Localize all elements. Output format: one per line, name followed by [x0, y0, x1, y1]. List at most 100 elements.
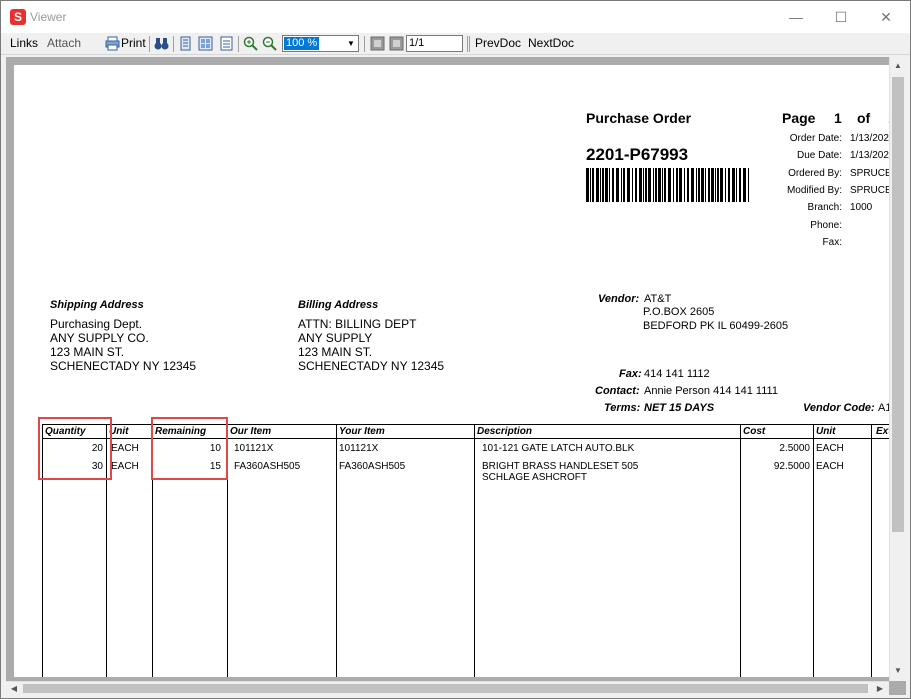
toolbar-separator [469, 36, 470, 52]
window-title: Viewer [30, 10, 67, 24]
header-field-value: 1/13/2022 [850, 133, 889, 144]
zoom-out-icon[interactable] [262, 36, 277, 51]
toolbar-separator [173, 36, 174, 52]
page-width-icon[interactable] [219, 36, 234, 51]
column-header-cost-unit: Unit [816, 426, 836, 437]
document-page: Purchase Order 2201-P67993 Page 1 of 1 O… [14, 65, 889, 677]
zoom-in-icon[interactable] [243, 36, 258, 51]
header-field-label: Fax: [822, 236, 842, 248]
header-field-label: Order Date: [789, 133, 842, 144]
page-number-input[interactable]: 1/1 [406, 35, 463, 52]
links-button[interactable]: Links [10, 36, 38, 50]
table-cell-description: 101-121 GATE LATCH AUTO.BLK [482, 443, 635, 454]
table-column-line [740, 424, 741, 677]
billing-line: ANY SUPPLY [298, 331, 373, 345]
vertical-scrollbar[interactable]: ▲ ▼ [889, 57, 906, 681]
horizontal-scroll-thumb[interactable] [23, 684, 868, 693]
shipping-heading: Shipping Address [50, 299, 144, 311]
zoom-value: 100 % [284, 37, 320, 50]
single-page-icon[interactable] [178, 36, 193, 51]
column-header-extended: Ext [876, 426, 889, 437]
table-cell-description: BRIGHT BRASS HANDLESET 505 [482, 461, 639, 472]
vendor-code: A1 [878, 402, 889, 414]
multi-page-icon[interactable] [198, 36, 213, 51]
page-label: Page [782, 110, 816, 126]
billing-line: SCHENECTADY NY 12345 [298, 359, 445, 373]
header-field-value: 1/13/2022 [850, 150, 889, 162]
document-viewer[interactable]: Purchase Order 2201-P67993 Page 1 of 1 O… [6, 57, 906, 695]
chevron-down-icon[interactable]: ▼ [344, 36, 358, 51]
scroll-right-icon[interactable]: ▶ [872, 682, 888, 696]
column-header-cost: Cost [743, 426, 766, 437]
app-icon: S [10, 9, 26, 25]
page-number: 1 [834, 110, 842, 126]
vendor-fax: 414 141 1112 [644, 368, 710, 380]
table-column-line [871, 424, 872, 677]
table-cell-our-item: FA360ASH505 [234, 461, 301, 472]
barcode-icon [586, 168, 749, 202]
shipping-line: ANY SUPPLY CO. [50, 331, 149, 345]
vendor-contact: Annie Person 414 141 1111 [644, 385, 778, 397]
prev-doc-button[interactable]: PrevDoc [475, 36, 521, 50]
horizontal-scrollbar[interactable]: ◀ ▶ [6, 681, 889, 695]
close-button[interactable]: ✕ [863, 1, 909, 33]
header-field-label: Ordered By: [788, 167, 842, 179]
shipping-line: SCHENECTADY NY 12345 [50, 359, 197, 373]
table-cell-description-line2: SCHLAGE ASHCROFT [482, 472, 588, 483]
shipping-line: 123 MAIN ST. [50, 345, 125, 359]
toolbar-separator [149, 36, 150, 52]
table-column-line [813, 424, 814, 677]
scroll-down-icon[interactable]: ▼ [890, 662, 906, 679]
billing-heading: Billing Address [298, 299, 379, 311]
header-field-label: Branch: [807, 202, 842, 214]
column-header-description: Description [477, 426, 533, 437]
table-cell-cost-unit: EACH [816, 443, 844, 454]
vendor-address-line: BEDFORD PK IL 60499-2605 [643, 320, 789, 332]
quantity-highlight-box [38, 417, 112, 480]
vendor-code-label: Vendor Code: [803, 402, 875, 414]
billing-line: ATTN: BILLING DEPT [298, 317, 417, 331]
table-cell-your-item: 101121X [339, 443, 379, 454]
print-button[interactable]: Print [121, 36, 146, 50]
terms-value: NET 15 DAYS [644, 402, 715, 414]
scroll-up-icon[interactable]: ▲ [890, 57, 906, 74]
of-label: of [857, 110, 871, 126]
maximize-button[interactable]: ☐ [818, 1, 864, 33]
header-field-label: Modified By: [786, 184, 842, 196]
remaining-highlight-box [151, 417, 228, 480]
next-page-icon[interactable] [389, 36, 404, 51]
table-cell-our-item: 101121X [234, 443, 274, 454]
vertical-scroll-thumb[interactable] [892, 77, 904, 532]
next-doc-button[interactable]: NextDoc [528, 36, 574, 50]
table-cell-unit: EACH [111, 443, 139, 454]
viewer-window: S Viewer — ☐ ✕ Links Attach Print 100 % … [0, 0, 911, 699]
attach-button[interactable]: Attach [47, 36, 81, 50]
table-column-line [336, 424, 337, 677]
header-field-label: Phone: [810, 219, 842, 231]
header-field-value: 1000 [850, 202, 873, 214]
billing-line: 123 MAIN ST. [298, 345, 373, 359]
contact-label: Contact: [595, 385, 640, 397]
title-bar: S Viewer — ☐ ✕ [1, 1, 910, 33]
toolbar-separator [364, 36, 365, 52]
table-cell-cost: 2.5000 [779, 443, 810, 454]
scroll-left-icon[interactable]: ◀ [6, 682, 22, 696]
column-header-your-item: Your Item [339, 426, 385, 437]
fax-label: Fax: [619, 368, 642, 380]
header-field-value: SPRUCE [850, 167, 889, 179]
zoom-select[interactable]: 100 % ▼ [282, 35, 359, 52]
vendor-label: Vendor: [598, 293, 640, 305]
previous-page-icon[interactable] [370, 36, 385, 51]
table-cell-your-item: FA360ASH505 [339, 461, 406, 472]
binoculars-icon[interactable] [154, 36, 169, 51]
header-field-label: Due Date: [796, 150, 842, 162]
document-title: Purchase Order [586, 110, 692, 126]
header-field-value: SPRUCE [850, 184, 889, 196]
terms-label: Terms: [604, 402, 641, 414]
minimize-button[interactable]: — [773, 1, 819, 33]
column-header-our-item: Our Item [230, 426, 272, 437]
table-cell-unit: EACH [111, 461, 139, 472]
toolbar-separator [467, 36, 468, 52]
table-cell-cost-unit: EACH [816, 461, 844, 472]
printer-icon[interactable] [105, 36, 120, 51]
